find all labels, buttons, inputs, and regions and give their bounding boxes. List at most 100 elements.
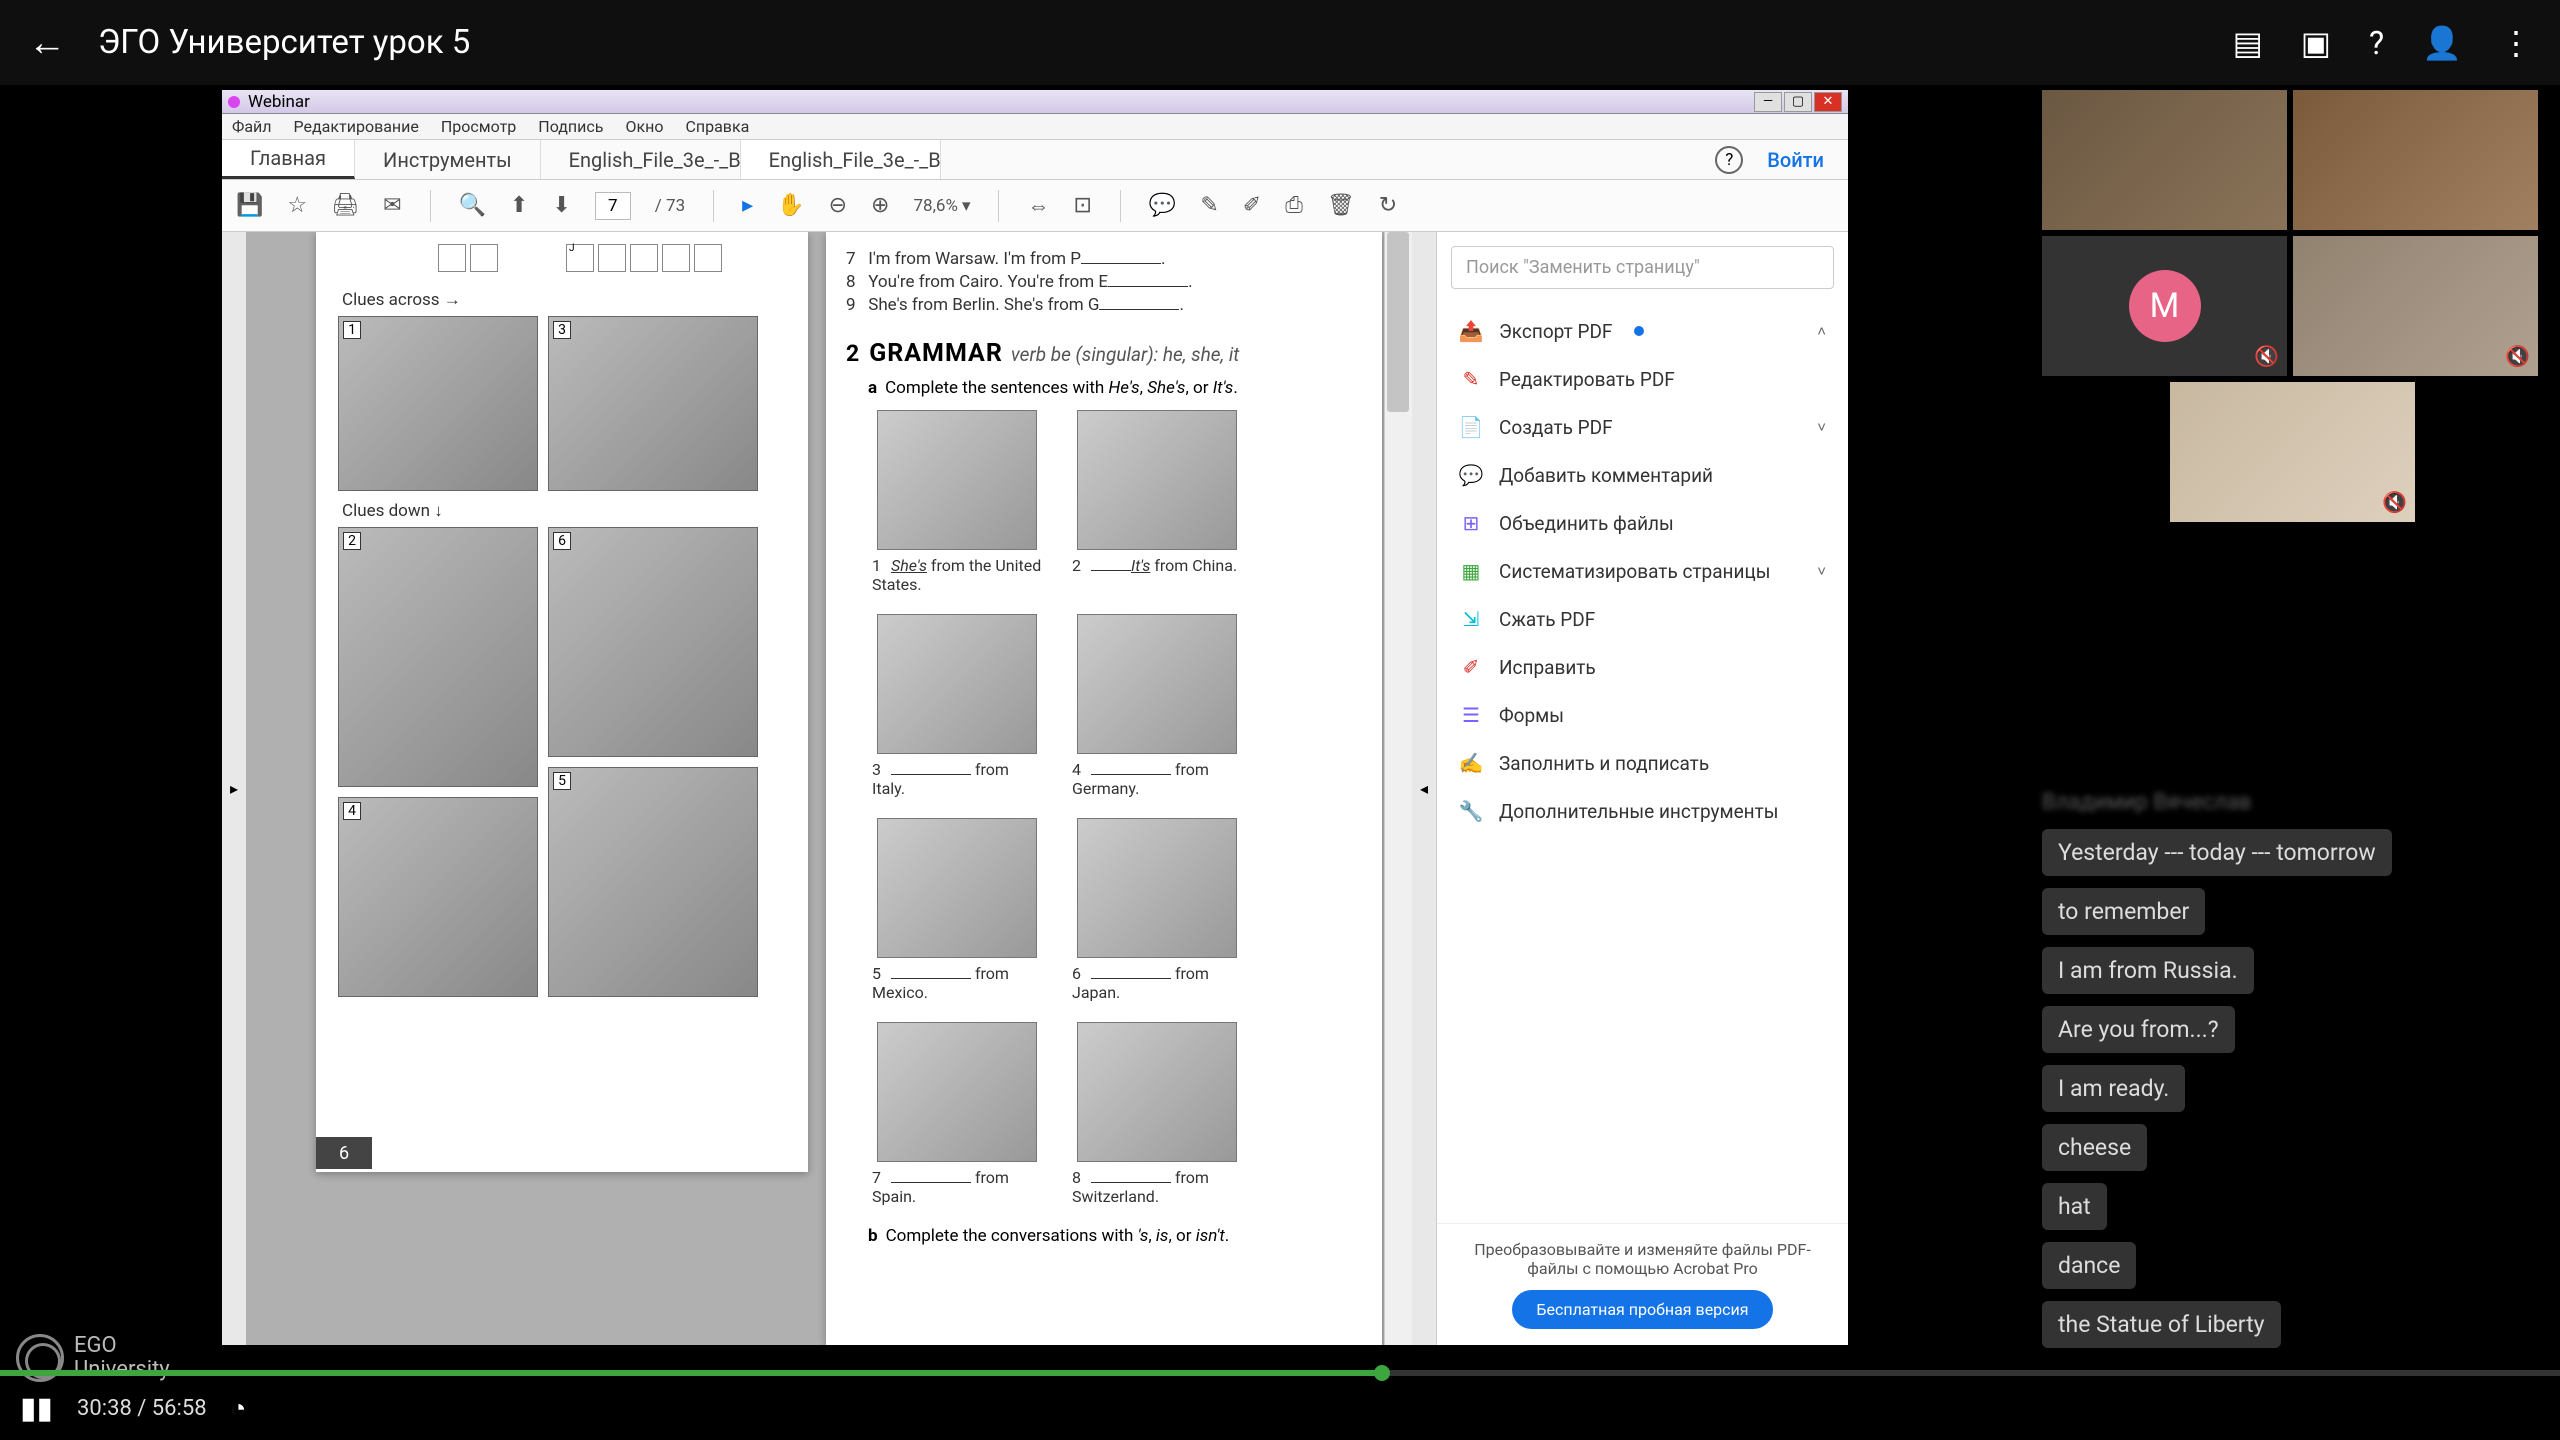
zoom-in-icon[interactable]: ⊕: [871, 193, 889, 218]
tool-icon: ✍: [1459, 751, 1483, 775]
tool-label: Редактировать PDF: [1499, 368, 1675, 391]
chat-message: cheese: [2042, 1124, 2147, 1171]
help-button[interactable]: ?: [1715, 146, 1743, 174]
page-number-badge: 6: [316, 1137, 372, 1169]
save-icon[interactable]: 💾: [236, 193, 263, 218]
tool-item[interactable]: 🔧Дополнительные инструменты: [1437, 787, 1848, 835]
tools-search-input[interactable]: Поиск "Заменить страницу": [1451, 246, 1834, 289]
comment-icon[interactable]: 💬: [1149, 193, 1176, 218]
menu-icon[interactable]: ⋮: [2500, 24, 2532, 62]
maximize-button[interactable]: ▢: [1784, 92, 1812, 112]
tab-file-2[interactable]: English_File_3e_-_B...✕: [741, 140, 941, 179]
chat-message: to remember: [2042, 888, 2205, 935]
tools-sidepanel: Поиск "Заменить страницу" 📤Экспорт PDF˄✎…: [1436, 232, 1848, 1345]
video-player-controls: ▮▮ 30:38 / 56:58 ◔: [0, 1376, 2560, 1440]
help-icon[interactable]: ?: [2369, 24, 2384, 62]
print-icon[interactable]: 🖨: [331, 193, 359, 218]
right-panel-toggle[interactable]: ◂: [1412, 232, 1436, 1345]
clues-across-label: Clues across →: [342, 290, 796, 310]
participant-tile[interactable]: 🔇: [2170, 382, 2415, 522]
star-icon[interactable]: ☆: [287, 193, 307, 218]
menubar: Файл Редактирование Просмотр Подпись Окн…: [222, 114, 1848, 140]
tool-item[interactable]: 💬 Добавить комментарий: [1437, 451, 1848, 499]
scrollbar-thumb[interactable]: [1387, 232, 1409, 412]
menu-sign[interactable]: Подпись: [538, 117, 603, 136]
hand-icon[interactable]: ✋: [777, 193, 804, 218]
page-number-input[interactable]: [595, 192, 631, 220]
pdf-page-left: J Clues across → 1 3 Clues down ↓ 2 6: [316, 232, 808, 1172]
tool-item[interactable]: ⊞Объединить файлы: [1437, 499, 1848, 547]
menu-edit[interactable]: Редактирование: [294, 117, 419, 136]
tool-item[interactable]: ▦Систематизировать страницы˅: [1437, 547, 1848, 595]
tool-item[interactable]: ✎Редактировать PDF: [1437, 355, 1848, 403]
mail-icon[interactable]: ✉: [383, 193, 401, 218]
tool-label: Добавить комментарий: [1499, 464, 1713, 487]
tool-item[interactable]: 📤Экспорт PDF˄: [1437, 307, 1848, 355]
menu-file[interactable]: Файл: [232, 117, 272, 136]
participant-tile[interactable]: [2293, 90, 2538, 230]
clue-photo-6: 6: [548, 527, 758, 757]
menu-window[interactable]: Окно: [625, 117, 663, 136]
menu-help[interactable]: Справка: [685, 117, 749, 136]
speed-button[interactable]: ◔: [231, 1393, 247, 1424]
stamp-icon[interactable]: ⎙: [1285, 193, 1303, 218]
shared-screen: Webinar — ▢ ✕ Файл Редактирование Просмо…: [222, 90, 1848, 1345]
page-up-icon[interactable]: ⬆: [510, 193, 528, 218]
zoom-out-icon[interactable]: ⊖: [829, 193, 847, 218]
back-button[interactable]: ←: [28, 21, 66, 65]
pause-button[interactable]: ▮▮: [20, 1391, 53, 1426]
tool-icon: ☰: [1459, 703, 1483, 727]
clues-down-label: Clues down ↓: [342, 501, 796, 521]
profile-icon[interactable]: 👤: [2422, 24, 2462, 62]
login-button[interactable]: Войти: [1767, 148, 1824, 172]
delete-icon[interactable]: 🗑: [1327, 193, 1355, 218]
participant-tile[interactable]: [2042, 90, 2287, 230]
zoom-dropdown[interactable]: 78,6% ▾: [913, 196, 970, 216]
grammar-heading: 2GRAMMARverb be (singular): he, she, it: [846, 339, 1362, 368]
tool-icon: 💬: [1459, 463, 1483, 487]
toolbar: 💾 ☆ 🖨 ✉ 🔍 ⬆ ⬇ / 73 ▸ ✋ ⊖ ⊕ 78,6% ▾ ⇔ ⊡ 💬…: [222, 180, 1848, 232]
exercise-b-instruction: bComplete the conversations with 's, is,…: [868, 1226, 1362, 1246]
chat-message: Are you from...?: [2042, 1006, 2235, 1053]
draw-icon[interactable]: ✐: [1243, 193, 1261, 218]
search-icon[interactable]: 🔍: [459, 193, 486, 218]
mute-icon: 🔇: [2382, 490, 2407, 514]
document-viewport[interactable]: J Clues across → 1 3 Clues down ↓ 2 6: [246, 232, 1384, 1345]
tool-label: Объединить файлы: [1499, 512, 1674, 535]
close-button[interactable]: ✕: [1814, 92, 1842, 112]
minimize-button[interactable]: —: [1754, 92, 1782, 112]
tab-home[interactable]: Главная: [222, 140, 355, 179]
chat-icon[interactable]: ▣: [2301, 24, 2331, 62]
fit-width-icon[interactable]: ⇔: [1027, 193, 1049, 219]
tool-label: Сжать PDF: [1499, 608, 1595, 631]
tool-item[interactable]: ⇲Сжать PDF: [1437, 595, 1848, 643]
highlight-icon[interactable]: ✎: [1200, 193, 1218, 218]
chevron-icon: ˅: [1817, 562, 1826, 580]
tab-tools[interactable]: Инструменты: [355, 140, 541, 179]
fit-page-icon[interactable]: ⊡: [1073, 193, 1091, 218]
menu-view[interactable]: Просмотр: [441, 117, 516, 136]
scrollbar[interactable]: [1384, 232, 1412, 1345]
tool-item[interactable]: 📄Создать PDF˅: [1437, 403, 1848, 451]
window-titlebar: Webinar — ▢ ✕: [222, 90, 1848, 114]
participant-tile[interactable]: 🔇: [2293, 236, 2538, 376]
tool-item[interactable]: ☰Формы: [1437, 691, 1848, 739]
tool-icon: ▦: [1459, 559, 1483, 583]
rotate-icon[interactable]: ↻: [1379, 193, 1397, 218]
participant-tile[interactable]: M🔇: [2042, 236, 2287, 376]
chat-message: I am from Russia.: [2042, 947, 2254, 994]
tool-icon: 📄: [1459, 415, 1483, 439]
participant-grid: M🔇 🔇 🔇: [2042, 90, 2542, 522]
tool-item[interactable]: ✍Заполнить и подписать: [1437, 739, 1848, 787]
app-icon: [228, 96, 240, 108]
crossword-grid: J: [438, 244, 796, 272]
promo-button[interactable]: Бесплатная пробная версия: [1512, 1290, 1772, 1329]
tool-item[interactable]: ✐Исправить: [1437, 643, 1848, 691]
chat-message: Yesterday --- today --- tomorrow: [2042, 829, 2392, 876]
tab-file-1[interactable]: English_File_3e_-_B...: [541, 140, 741, 179]
cursor-icon[interactable]: ▸: [742, 193, 753, 218]
page-down-icon[interactable]: ⬇: [552, 193, 570, 218]
header-actions: ▤ ▣ ? 👤 ⋮: [2233, 24, 2532, 62]
left-panel-toggle[interactable]: ▸: [222, 232, 246, 1345]
notes-icon[interactable]: ▤: [2233, 24, 2263, 62]
